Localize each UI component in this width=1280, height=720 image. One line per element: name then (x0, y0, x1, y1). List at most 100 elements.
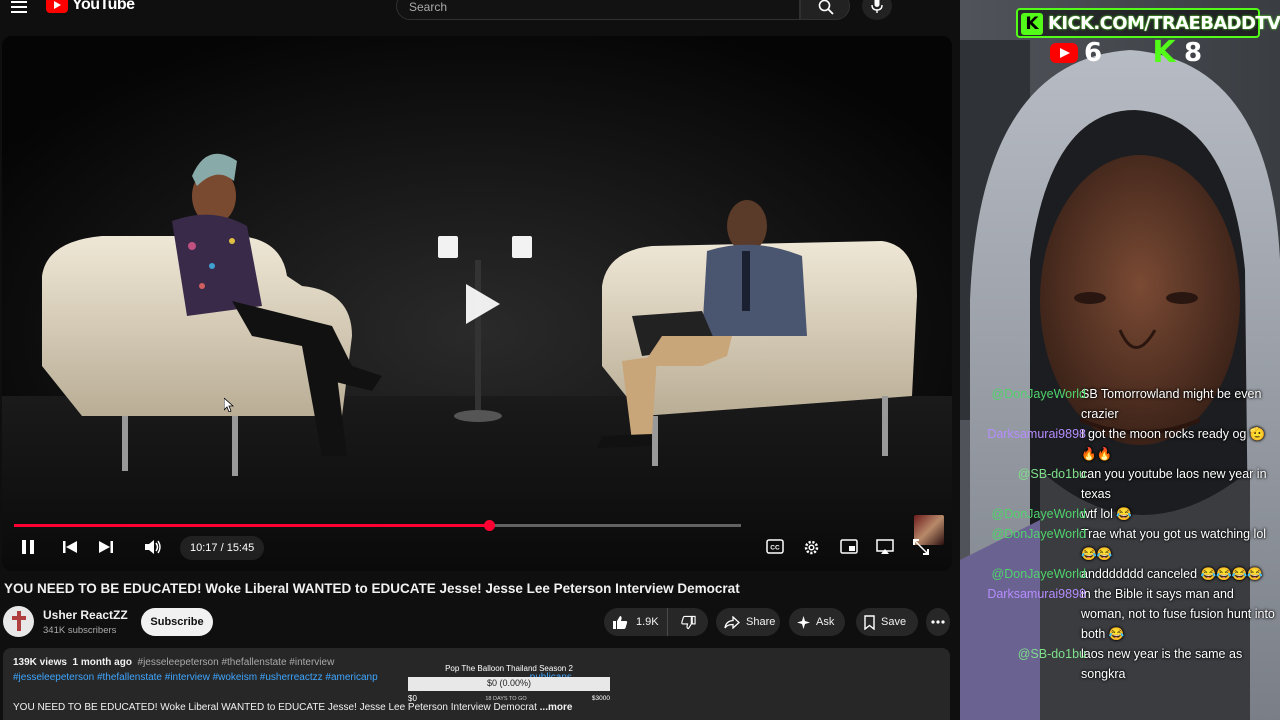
view-count: 139K views (13, 657, 67, 668)
more-actions-button[interactable] (926, 608, 950, 636)
chat-username: Darksamurai9898 (987, 587, 1086, 601)
youtube-logo-text: YouTube (72, 0, 135, 13)
screen: YouTube Search 10:17 / 15:45 CC YOU NEED… (0, 0, 1280, 720)
chat-username: @DonJayeWorld (991, 507, 1086, 521)
chat-message: @DonJayeWorld anddddddd canceled 😂😂😂😂 (960, 564, 1280, 584)
seek-bar-knob[interactable] (483, 520, 495, 531)
youtube-topbar: YouTube Search (0, 0, 960, 22)
goal-days-left: 18 DAYS TO GO (485, 696, 527, 702)
chat-text: wtf lol 😂 (1081, 507, 1132, 521)
subscribe-button[interactable]: Subscribe (141, 608, 213, 636)
save-button[interactable]: Save (856, 608, 918, 636)
next-icon[interactable] (98, 539, 114, 555)
search-button[interactable] (800, 0, 850, 20)
youtube-viewers: 6 (1084, 38, 1103, 68)
chat-username: Darksamurai9898 (987, 427, 1086, 441)
microphone-icon (871, 0, 883, 13)
youtube-logo[interactable]: YouTube (46, 0, 135, 14)
goal-amount: $0 (0.00%) (486, 678, 532, 688)
save-label: Save (881, 616, 907, 628)
kick-logo-icon: K (1021, 13, 1043, 35)
share-button[interactable]: Share (716, 608, 780, 636)
webcam-panel: K KICK.COM/TRAEBADDTV 6 K 8 @DonJayeWorl… (960, 0, 1280, 720)
voice-search-button[interactable] (862, 0, 892, 20)
channel-avatar[interactable] (3, 606, 34, 637)
time-display: 10:17 / 15:45 (180, 536, 265, 560)
goal-title: Pop The Balloon Thailand Season 2 (445, 664, 573, 673)
goal-min: $0 (408, 694, 417, 703)
svg-text:CC: CC (770, 545, 780, 552)
donation-goal-widget: Pop The Balloon Thailand Season 2 $0 (0.… (406, 664, 612, 706)
like-count: 1.9K (636, 616, 659, 628)
chat-message: @DonJayeWorld SB Tomorrowland might be ev… (960, 384, 1280, 424)
chat-text: in the Bible it says man and woman, not … (1081, 587, 1275, 641)
seek-bar-played (14, 524, 489, 527)
youtube-viewer-count: 6 (1050, 38, 1102, 68)
sparkle-icon (797, 615, 810, 629)
chat-text: anddddddd canceled 😂😂😂😂 (1081, 567, 1263, 581)
chat-text: SB Tomorrowland might be even crazier (1081, 387, 1262, 421)
hashtag-line[interactable]: #jesseleepeterson #thefallenstate #inter… (13, 672, 378, 683)
kick-banner: K KICK.COM/TRAEBADDTV (1016, 8, 1280, 38)
captions-icon[interactable]: CC (766, 539, 784, 554)
search-placeholder: Search (409, 0, 448, 14)
previous-icon[interactable] (62, 539, 78, 555)
chat-message: @DonJayeWorld Trae what you got us watchi… (960, 524, 1280, 564)
mouse-cursor-icon (224, 398, 234, 412)
chat-text: laos new year is the same as songkra (1081, 647, 1243, 681)
thumbs-down-icon (680, 615, 696, 629)
video-player[interactable]: 10:17 / 15:45 CC (2, 36, 952, 571)
search-icon (818, 0, 834, 15)
chat-username: @SB-do1bu (1017, 647, 1086, 661)
dislike-button[interactable] (668, 615, 708, 630)
chat-username: @DonJayeWorld (991, 527, 1086, 541)
volume-icon[interactable] (144, 539, 162, 555)
search-input[interactable]: Search (396, 0, 800, 20)
chat-overlay: @DonJayeWorld SB Tomorrowland might be ev… (960, 384, 1280, 684)
channel-name[interactable]: Usher ReactZZ (43, 608, 128, 622)
kick-viewers: 8 (1184, 38, 1203, 68)
more-horizontal-icon (931, 620, 945, 624)
play-overlay-icon[interactable] (464, 282, 502, 326)
chat-message: Darksamurai9898 I got the moon rocks read… (960, 424, 1280, 464)
chat-message: Darksamurai9898 in the Bible it says man … (960, 584, 1280, 644)
description-meta: 139K views 1 month ago #jesseleepeterson… (13, 657, 334, 668)
chat-message: @DonJayeWorld wtf lol 😂 (960, 504, 1280, 524)
inline-hashtags[interactable]: #jesseleepeterson #thefallenstate #inter… (138, 657, 335, 668)
hamburger-menu-icon[interactable] (11, 0, 27, 13)
like-button[interactable]: 1.9K (604, 608, 668, 636)
chat-username: @SB-do1bu (1017, 467, 1086, 481)
chat-message: @SB-do1bu can you youtube laos new year i… (960, 464, 1280, 504)
youtube-logo-icon (46, 0, 68, 13)
chat-message: @SB-do1bu laos new year is the same as so… (960, 644, 1280, 684)
goal-max: $3000 (591, 695, 610, 702)
chat-text: Trae what you got us watching lol 😂😂 (1081, 527, 1267, 561)
channel-subscriber-count: 341K subscribers (43, 625, 117, 636)
avatar-cross-icon (12, 611, 26, 631)
kick-url: KICK.COM/TRAEBADDTV (1048, 13, 1280, 34)
thumbs-up-icon (613, 615, 628, 629)
cast-icon[interactable] (876, 539, 894, 555)
chat-username: @DonJayeWorld (991, 567, 1086, 581)
fullscreen-icon[interactable] (913, 539, 929, 555)
bookmark-icon (864, 614, 875, 630)
ask-button[interactable]: Ask (789, 608, 845, 636)
pause-icon[interactable] (20, 539, 36, 555)
upload-age: 1 month ago (72, 657, 132, 668)
chat-username: @DonJayeWorld (991, 387, 1086, 401)
kick-k-icon: K (1152, 35, 1176, 70)
miniplayer-icon[interactable] (840, 539, 858, 554)
goal-progress-bar: $0 (0.00%) (408, 677, 610, 691)
chat-text: can you youtube laos new year in texas (1081, 467, 1267, 501)
kick-viewer-count: K 8 (1150, 35, 1203, 70)
settings-gear-icon[interactable] (803, 539, 820, 556)
youtube-page: YouTube Search 10:17 / 15:45 CC YOU NEED… (0, 0, 960, 720)
seek-bar[interactable] (14, 520, 741, 531)
ask-label: Ask (816, 616, 835, 628)
share-arrow-icon (724, 615, 740, 629)
chat-text: I got the moon rocks ready og 🫡🔥🔥 (1081, 427, 1266, 461)
share-label: Share (746, 616, 776, 628)
youtube-play-icon (1050, 43, 1078, 63)
video-title: YOU NEED TO BE EDUCATED! Woke Liberal WA… (4, 581, 740, 596)
like-dislike-group: 1.9K (604, 608, 708, 636)
